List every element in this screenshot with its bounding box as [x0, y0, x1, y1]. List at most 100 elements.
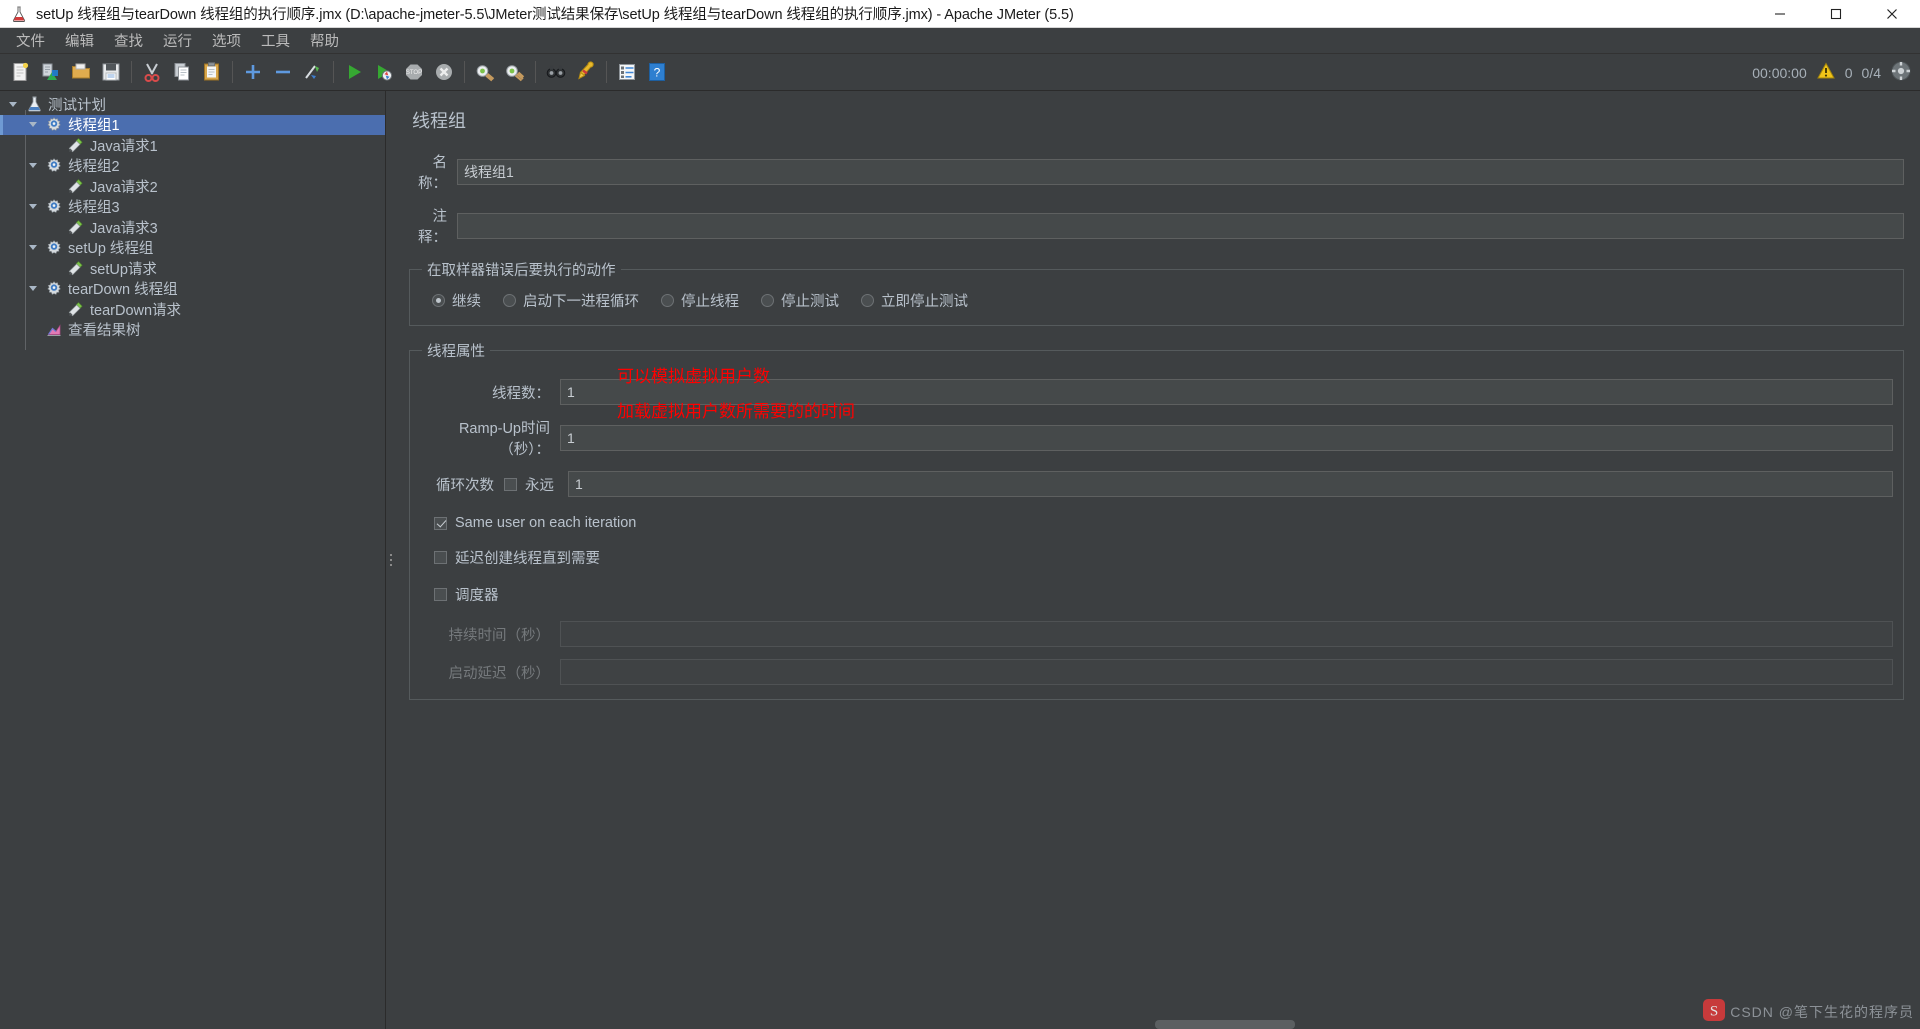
- function-helper-button[interactable]: [613, 58, 641, 86]
- forever-checkbox[interactable]: [504, 477, 517, 491]
- delay-create-row[interactable]: 延迟创建线程直到需要: [434, 547, 1893, 568]
- rampup-label: Ramp-Up时间（秒）：: [458, 421, 550, 458]
- open-button[interactable]: [67, 58, 95, 86]
- radio-start-next-loop-indicator[interactable]: [503, 294, 516, 307]
- expand-chevron-icon[interactable]: [2, 101, 24, 107]
- tree-node-thread-group-3[interactable]: 线程组3: [0, 197, 385, 218]
- rampup-input[interactable]: 1: [560, 425, 1893, 451]
- expand-chevron-icon[interactable]: [22, 245, 44, 251]
- radio-stop-test[interactable]: 停止测试: [761, 290, 839, 311]
- collapse-all-button[interactable]: [269, 58, 297, 86]
- delay-create-checkbox[interactable]: [434, 551, 447, 564]
- threads-label: 线程数：: [492, 385, 550, 402]
- expand-chevron-icon[interactable]: [22, 122, 44, 128]
- menu-edit[interactable]: 编辑: [55, 28, 104, 53]
- radio-stop-thread[interactable]: 停止线程: [661, 290, 739, 311]
- page-title: 线程组: [412, 111, 466, 131]
- tree-node-view-results-tree[interactable]: 查看结果树: [0, 320, 385, 341]
- save-button[interactable]: [97, 58, 125, 86]
- minimize-button[interactable]: [1752, 0, 1808, 28]
- tree-node-label: Java请求1: [90, 138, 158, 155]
- tree-node-label: tearDown 线程组: [68, 282, 178, 299]
- radio-start-next-loop[interactable]: 启动下一进程循环: [503, 290, 639, 311]
- menu-options[interactable]: 选项: [202, 28, 251, 53]
- copy-button[interactable]: [168, 58, 196, 86]
- scheduler-row[interactable]: 调度器: [434, 584, 1893, 605]
- toolbar-separator: [606, 61, 607, 83]
- remote-engine-icon[interactable]: [1890, 60, 1912, 86]
- radio-stop-thread-indicator[interactable]: [661, 294, 674, 307]
- menubar: 文件 编辑 查找 运行 选项 工具 帮助: [0, 28, 1920, 54]
- test-plan-icon: [24, 96, 44, 112]
- divider-grip-dot: [389, 564, 392, 566]
- stop-button[interactable]: STOP: [400, 58, 428, 86]
- thread-group-icon: [44, 239, 64, 256]
- name-input[interactable]: 线程组1: [457, 159, 1904, 185]
- radio-stop-test-now-indicator[interactable]: [861, 294, 874, 307]
- radio-continue[interactable]: 继续: [432, 290, 481, 311]
- toolbar-separator: [232, 61, 233, 83]
- horizontal-scrollbar-thumb[interactable]: [1155, 1020, 1295, 1029]
- window-controls: [1752, 0, 1920, 28]
- tree-node-teardown-thread-group[interactable]: tearDown 线程组: [0, 279, 385, 300]
- radio-stop-test-now[interactable]: 立即停止测试: [861, 290, 968, 311]
- name-field-row: 名称： 线程组1: [409, 151, 1904, 193]
- close-button[interactable]: [1864, 0, 1920, 28]
- tree-node-teardown-request[interactable]: tearDown请求: [0, 299, 385, 320]
- toolbar: STOP ? 00:00:00 0 0/4: [0, 54, 1920, 91]
- tree-node-java-request-2[interactable]: Java请求2: [0, 176, 385, 197]
- threads-field-row: 线程数： 1: [420, 379, 1893, 405]
- tree-node-setup-request[interactable]: setUp请求: [0, 258, 385, 279]
- radio-start-next-loop-label: 启动下一进程循环: [523, 294, 639, 310]
- cut-button[interactable]: [138, 58, 166, 86]
- tree-node-java-request-3[interactable]: Java请求3: [0, 217, 385, 238]
- same-user-row[interactable]: Same user on each iteration: [434, 515, 1893, 531]
- scheduler-checkbox[interactable]: [434, 588, 447, 601]
- toggle-button[interactable]: [299, 58, 327, 86]
- reset-search-button[interactable]: [572, 58, 600, 86]
- comment-input[interactable]: [457, 213, 1904, 239]
- test-plan-tree-pane[interactable]: 测试计划 线程组1 Java请求1 线程组2 Java请求2 线程组3 Java…: [0, 91, 386, 1029]
- maximize-button[interactable]: [1808, 0, 1864, 28]
- shutdown-button[interactable]: [430, 58, 458, 86]
- start-button[interactable]: [340, 58, 368, 86]
- view-results-tree-icon: [44, 322, 64, 338]
- start-no-pauses-button[interactable]: [370, 58, 398, 86]
- expand-all-button[interactable]: [239, 58, 267, 86]
- search-button[interactable]: [542, 58, 570, 86]
- tree-node-test-plan[interactable]: 测试计划: [0, 94, 385, 115]
- radio-continue-label: 继续: [452, 294, 481, 310]
- tree-node-thread-group-1[interactable]: 线程组1: [0, 114, 385, 135]
- java-request-icon: [66, 137, 86, 153]
- new-test-plan-button[interactable]: [7, 58, 35, 86]
- radio-stop-test-indicator[interactable]: [761, 294, 774, 307]
- menu-file[interactable]: 文件: [6, 28, 55, 53]
- radio-stop-test-now-label: 立即停止测试: [881, 294, 968, 310]
- error-action-group: 在取样器错误后要执行的动作 继续 启动下一进程循环 停止线程 停止测试 立即停止…: [409, 259, 1904, 326]
- same-user-checkbox[interactable]: [434, 516, 447, 530]
- expand-chevron-icon[interactable]: [22, 286, 44, 292]
- tree-node-setup-thread-group[interactable]: setUp 线程组: [0, 238, 385, 259]
- clear-button[interactable]: [471, 58, 499, 86]
- paste-button[interactable]: [198, 58, 226, 86]
- csdn-logo: S: [1702, 998, 1726, 1026]
- help-button[interactable]: ?: [643, 58, 671, 86]
- split-divider[interactable]: [386, 91, 395, 1029]
- menu-tools[interactable]: 工具: [251, 28, 300, 53]
- loop-count-input[interactable]: 1: [568, 471, 1893, 497]
- toolbar-separator: [535, 61, 536, 83]
- radio-continue-indicator[interactable]: [432, 294, 445, 307]
- expand-chevron-icon[interactable]: [22, 163, 44, 169]
- menu-run[interactable]: 运行: [153, 28, 202, 53]
- warning-triangle-icon[interactable]: [1816, 61, 1836, 85]
- menu-help[interactable]: 帮助: [300, 28, 349, 53]
- test-plan-tree[interactable]: 测试计划 线程组1 Java请求1 线程组2 Java请求2 线程组3 Java…: [0, 91, 385, 340]
- tree-node-java-request-1[interactable]: Java请求1: [0, 135, 385, 156]
- expand-chevron-icon[interactable]: [22, 204, 44, 210]
- menu-search[interactable]: 查找: [104, 28, 153, 53]
- templates-button[interactable]: [37, 58, 65, 86]
- threads-input[interactable]: 1: [560, 379, 1893, 405]
- tree-node-thread-group-2[interactable]: 线程组2: [0, 156, 385, 177]
- clear-all-button[interactable]: [501, 58, 529, 86]
- duration-input: [560, 621, 1893, 647]
